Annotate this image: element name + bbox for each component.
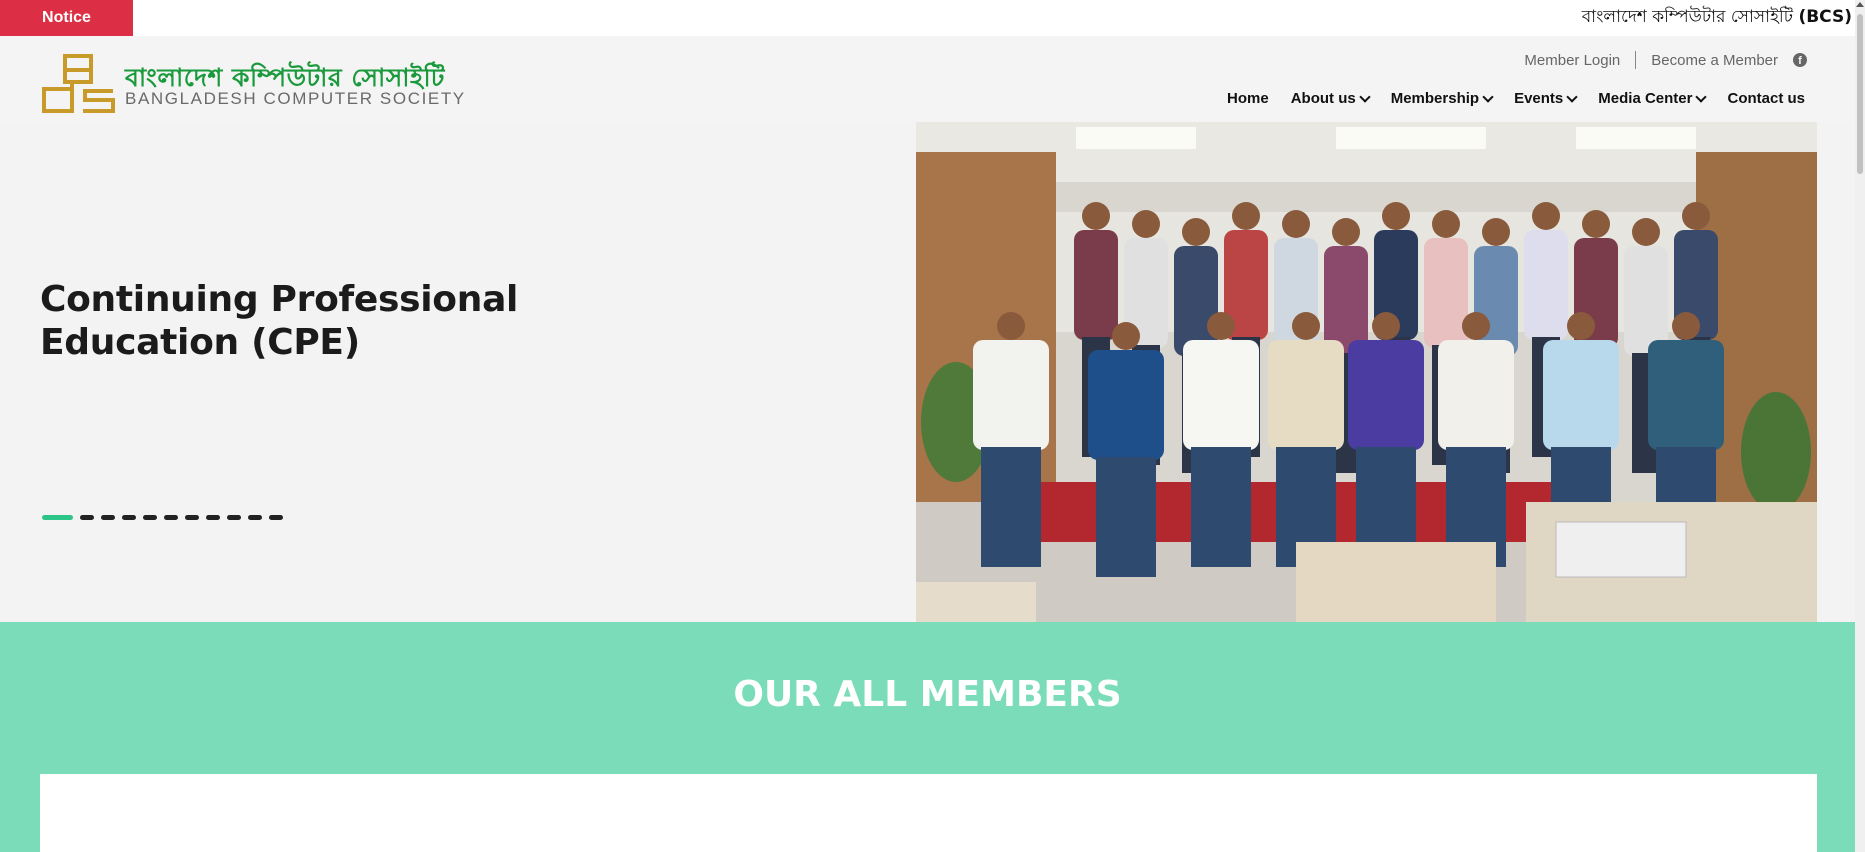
members-title: OUR ALL MEMBERS — [733, 674, 1122, 715]
slider-dot[interactable] — [143, 515, 157, 520]
hero-slider: Continuing Professional Education (CPE) — [0, 122, 1855, 622]
main-nav: Home About us Membership Events Media Ce… — [1205, 90, 1805, 107]
page: Notice বাংলাদেশ কম্পিউটার সোসাইটি (BCS) … — [0, 0, 1855, 852]
chevron-down-icon — [1566, 90, 1578, 103]
slider-dot[interactable] — [269, 515, 283, 520]
nav-membership[interactable]: Membership — [1390, 90, 1494, 107]
members-section: OUR ALL MEMBERS — [0, 622, 1855, 852]
member-login-link[interactable]: Member Login — [1509, 52, 1635, 69]
slider-dot[interactable] — [164, 515, 178, 520]
notice-tag[interactable]: Notice — [0, 0, 133, 36]
nav-events-label: Events — [1514, 90, 1564, 107]
logo-english-text: BANGLADESH COMPUTER SOCIETY — [125, 89, 466, 108]
scrollbar-thumb[interactable] — [1857, 14, 1863, 174]
hero-group-photo — [916, 122, 1817, 622]
slider-dot[interactable] — [248, 515, 262, 520]
nav-media-center[interactable]: Media Center — [1598, 90, 1708, 107]
notice-bar: Notice বাংলাদেশ কম্পিউটার সোসাইটি (BCS) — [0, 0, 1855, 36]
nav-events[interactable]: Events — [1514, 90, 1578, 107]
nav-home-label: Home — [1227, 90, 1269, 107]
nav-contact-label: Contact us — [1727, 90, 1805, 107]
page-scrollbar[interactable] — [1855, 0, 1865, 852]
slider-dot[interactable] — [227, 515, 241, 520]
nav-contact[interactable]: Contact us — [1727, 90, 1805, 107]
nav-about[interactable]: About us — [1290, 90, 1371, 107]
site-header: বাংলাদেশ কম্পিউটার সোসাইটি BANGLADESH CO… — [0, 36, 1855, 123]
facebook-icon[interactable]: f — [1793, 53, 1807, 67]
nav-media-label: Media Center — [1598, 90, 1693, 107]
ticker-abbr: (BCS) — [1798, 7, 1852, 27]
slider-dot[interactable] — [101, 515, 115, 520]
chevron-down-icon — [1482, 90, 1494, 103]
slider-dot[interactable] — [42, 515, 73, 520]
members-card — [40, 774, 1817, 852]
nav-about-label: About us — [1290, 90, 1356, 107]
top-links: Member Login Become a Member f — [1509, 51, 1807, 69]
chevron-down-icon — [1359, 90, 1371, 103]
nav-membership-label: Membership — [1390, 90, 1480, 107]
nav-home[interactable]: Home — [1227, 90, 1269, 107]
slider-dot[interactable] — [206, 515, 220, 520]
chevron-down-icon — [1695, 90, 1708, 103]
become-member-link[interactable]: Become a Member — [1636, 52, 1793, 69]
hero-title: Continuing Professional Education (CPE) — [40, 279, 519, 363]
slider-dot[interactable] — [122, 515, 136, 520]
slider-dot[interactable] — [80, 515, 94, 520]
scroll-up-arrow-icon[interactable] — [1856, 2, 1864, 7]
bcs-logo-icon — [42, 54, 115, 113]
slider-dot[interactable] — [185, 515, 199, 520]
group-photo-image — [916, 122, 1817, 622]
site-logo[interactable]: বাংলাদেশ কম্পিউটার সোসাইটি BANGLADESH CO… — [41, 53, 464, 115]
notice-ticker[interactable]: বাংলাদেশ কম্পিউটার সোসাইটি (BCS) — [1582, 0, 1852, 36]
slider-dots — [42, 515, 290, 520]
ticker-text: বাংলাদেশ কম্পিউটার সোসাইটি — [1581, 7, 1799, 27]
